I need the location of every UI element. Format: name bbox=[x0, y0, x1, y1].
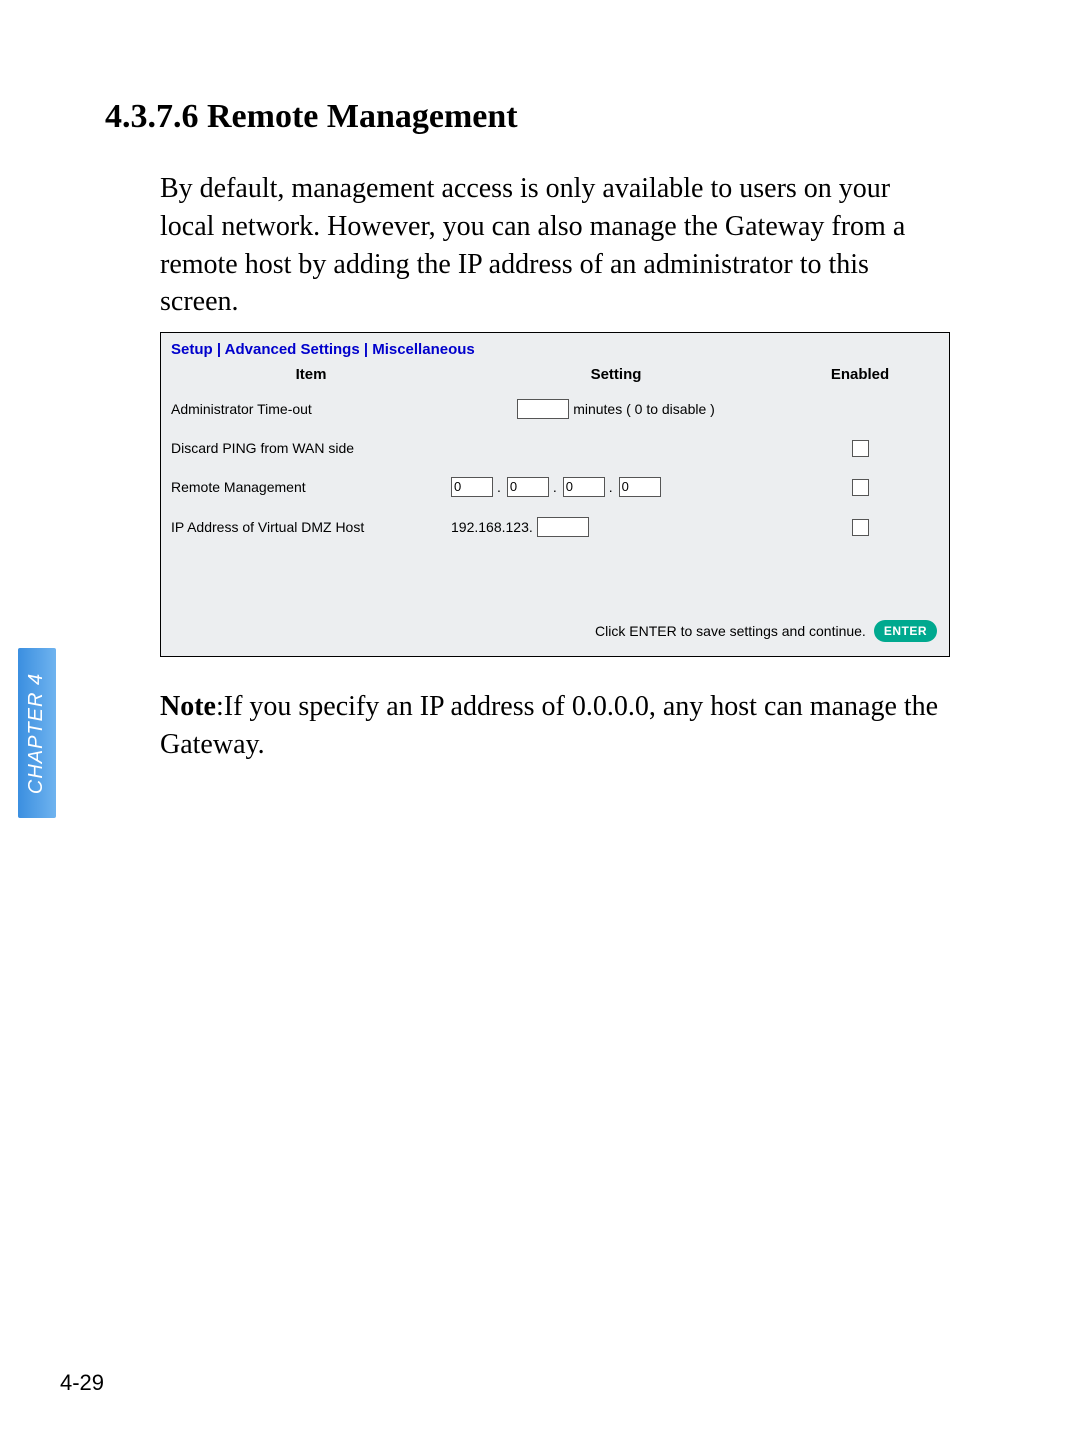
panel-footer: Click ENTER to save settings and continu… bbox=[595, 620, 937, 642]
dmz-ip-prefix: 192.168.123. bbox=[451, 519, 533, 535]
ip-dot: . bbox=[497, 479, 503, 495]
section-heading: 4.3.7.6 Remote Management bbox=[105, 98, 518, 136]
dmz-host-label: IP Address of Virtual DMZ Host bbox=[171, 519, 451, 535]
remote-ip-octet-1[interactable] bbox=[451, 477, 493, 497]
header-setting: Setting bbox=[451, 366, 781, 383]
dmz-host-input[interactable] bbox=[537, 517, 589, 537]
settings-panel: Setup | Advanced Settings | Miscellaneou… bbox=[160, 332, 950, 657]
remote-ip-octet-4[interactable] bbox=[619, 477, 661, 497]
header-item: Item bbox=[171, 366, 451, 383]
remote-ip-octet-2[interactable] bbox=[507, 477, 549, 497]
dmz-host-checkbox[interactable] bbox=[852, 519, 869, 536]
intro-paragraph: By default, management access is only av… bbox=[160, 170, 950, 321]
row-remote-management: Remote Management . . . bbox=[161, 463, 949, 503]
row-discard-ping: Discard PING from WAN side bbox=[161, 425, 949, 463]
page: CHAPTER 4 4.3.7.6 Remote Management By d… bbox=[0, 0, 1080, 1438]
breadcrumb: Setup | Advanced Settings | Miscellaneou… bbox=[161, 333, 949, 362]
ip-dot: . bbox=[553, 479, 559, 495]
note-paragraph: Note:If you specify an IP address of 0.0… bbox=[160, 688, 950, 764]
header-enabled: Enabled bbox=[781, 366, 939, 383]
remote-management-checkbox[interactable] bbox=[852, 479, 869, 496]
chapter-tab: CHAPTER 4 bbox=[18, 648, 56, 818]
admin-timeout-suffix: minutes ( 0 to disable ) bbox=[573, 401, 715, 417]
admin-timeout-label: Administrator Time-out bbox=[171, 401, 451, 417]
admin-timeout-input[interactable] bbox=[517, 399, 569, 419]
note-text: :If you specify an IP address of 0.0.0.0… bbox=[160, 691, 938, 760]
remote-ip-octet-3[interactable] bbox=[563, 477, 605, 497]
row-admin-timeout: Administrator Time-out minutes ( 0 to di… bbox=[161, 393, 949, 425]
chapter-tab-label: CHAPTER 4 bbox=[26, 672, 49, 793]
enter-button[interactable]: ENTER bbox=[874, 620, 937, 642]
ip-dot: . bbox=[609, 479, 615, 495]
row-dmz-host: IP Address of Virtual DMZ Host 192.168.1… bbox=[161, 503, 949, 543]
remote-management-label: Remote Management bbox=[171, 479, 451, 495]
footer-hint: Click ENTER to save settings and continu… bbox=[595, 623, 866, 639]
discard-ping-label: Discard PING from WAN side bbox=[171, 440, 451, 456]
table-header: Item Setting Enabled bbox=[161, 362, 949, 393]
note-label: Note bbox=[160, 691, 216, 722]
page-number: 4-29 bbox=[60, 1370, 104, 1396]
discard-ping-checkbox[interactable] bbox=[852, 440, 869, 457]
